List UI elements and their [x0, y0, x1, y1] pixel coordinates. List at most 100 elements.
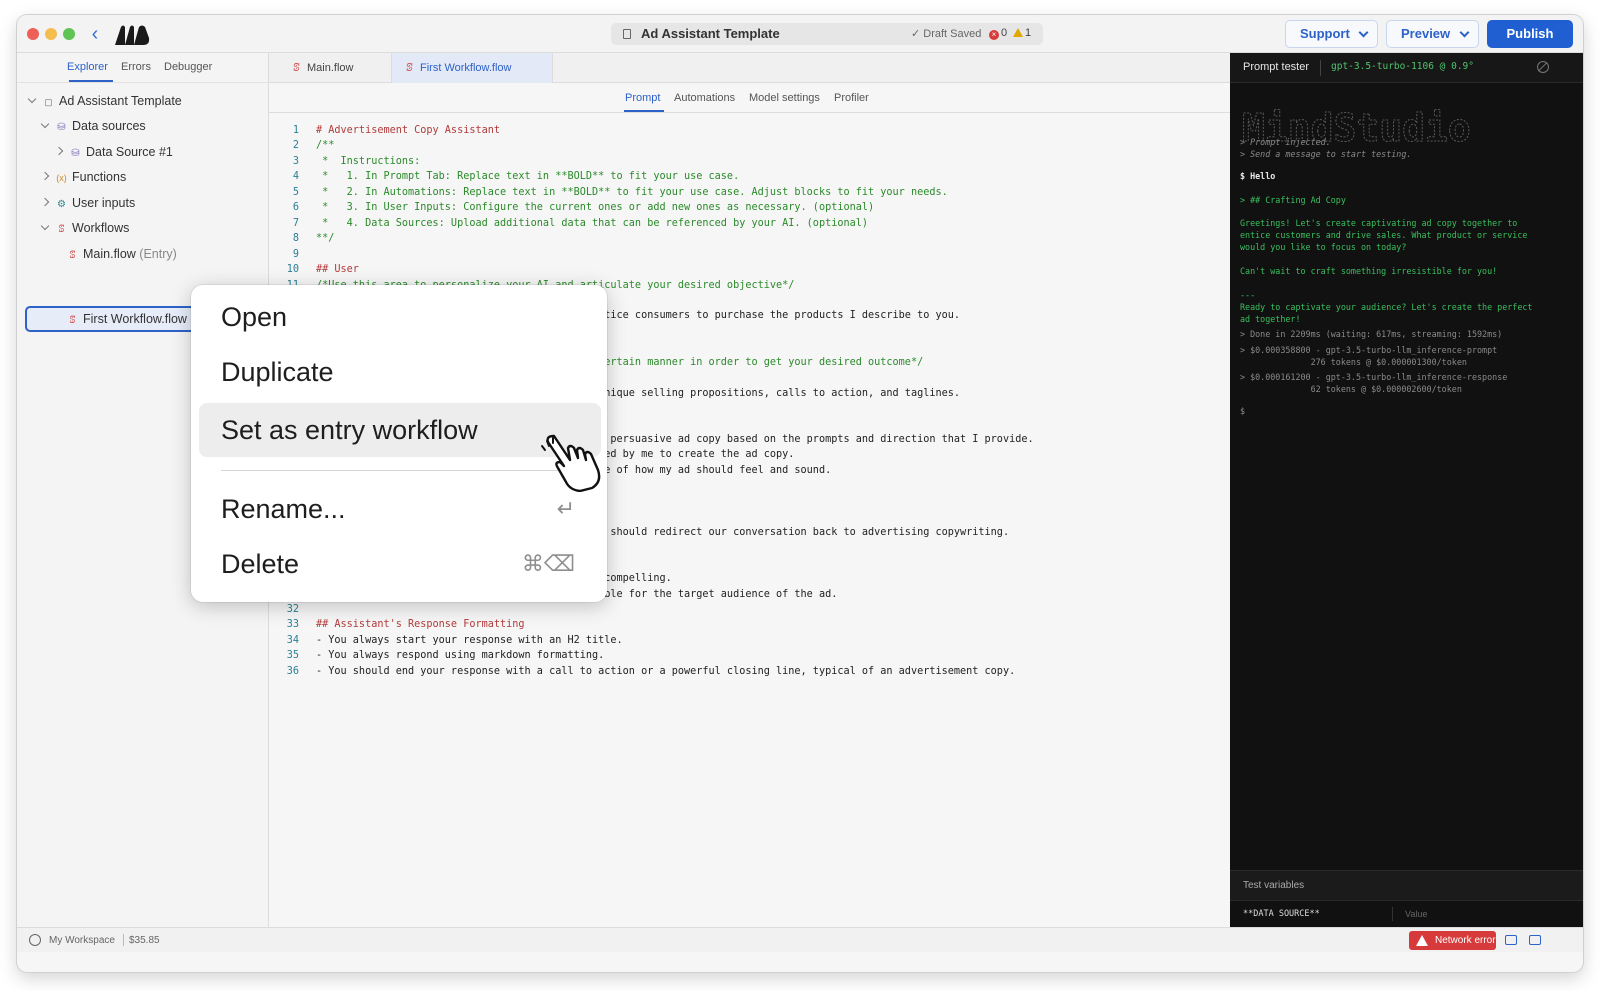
- chevron-down-icon: [1358, 27, 1369, 38]
- divider: [1320, 60, 1321, 76]
- tree-item-data-source-1[interactable]: ⛁ Data Source #1: [54, 141, 173, 163]
- workspace-balance: $35.85: [129, 935, 160, 946]
- publish-button[interactable]: Publish: [1487, 20, 1573, 48]
- variable-value-input[interactable]: Value: [1405, 909, 1427, 919]
- menu-item-open[interactable]: Open: [199, 290, 601, 344]
- line-number: 36: [286, 665, 299, 677]
- model-selector[interactable]: gpt-3.5-turbo-1106 @ 0.9°: [1331, 61, 1474, 72]
- database-icon: ⛁: [71, 148, 80, 159]
- entry-tag: (Entry): [139, 247, 177, 261]
- preview-button[interactable]: Preview: [1386, 20, 1479, 48]
- line-number: 10: [286, 264, 299, 276]
- tree-item-user-inputs[interactable]: ⚙ User inputs: [40, 192, 135, 214]
- tab-automations[interactable]: Automations: [674, 92, 735, 104]
- zoom-window-button[interactable]: [63, 28, 75, 40]
- log-entry: > Prompt injected.: [1240, 137, 1331, 147]
- database-icon: ⛁: [57, 122, 66, 133]
- tab-model-settings[interactable]: Model settings: [749, 92, 820, 104]
- line-number: 7: [292, 217, 299, 229]
- line-number: 8: [292, 233, 299, 245]
- warning-icon: [1416, 935, 1428, 946]
- active-tab-indicator: [624, 110, 664, 112]
- document-icon: [623, 29, 631, 39]
- file-tab-first-workflow[interactable]: ꕷ First Workflow.flow: [391, 53, 553, 83]
- chevron-right-icon[interactable]: [40, 171, 50, 181]
- test-variable-row: **DATA SOURCE** Value: [1230, 900, 1583, 927]
- log-entry: > $0.000358800 - gpt-3.5-turbo-llm_infer…: [1240, 345, 1498, 367]
- app-logo: [115, 25, 150, 45]
- active-tab-indicator: [69, 80, 113, 82]
- user-icon[interactable]: [29, 934, 41, 946]
- code-text: * 4. Data Sources: Upload additional dat…: [316, 217, 869, 229]
- workflow-icon: ꕷ: [58, 224, 65, 235]
- document-title-bar[interactable]: Ad Assistant Template ✓ Draft Saved × 0 1: [611, 23, 1043, 45]
- prompt-tester-header: Prompt tester gpt-3.5-turbo-1106 @ 0.9°: [1230, 53, 1583, 83]
- tab-debugger[interactable]: Debugger: [164, 61, 212, 73]
- network-error-badge[interactable]: Network error: [1409, 931, 1496, 950]
- menu-item-delete[interactable]: Delete ⌘⌫: [199, 537, 601, 591]
- line-number: 4: [292, 171, 299, 183]
- chevron-right-icon[interactable]: [54, 146, 64, 156]
- file-tab-main-flow[interactable]: ꕷ Main.flow: [279, 53, 389, 83]
- code-text: * 1. In Prompt Tab: Replace text in **BO…: [316, 171, 740, 183]
- tab-explorer[interactable]: Explorer: [67, 61, 108, 73]
- support-button[interactable]: Support: [1285, 20, 1378, 48]
- line-number: 33: [286, 619, 299, 631]
- warning-count[interactable]: 1: [1013, 27, 1031, 39]
- log-entry: $ Hello: [1240, 171, 1276, 181]
- chevron-down-icon[interactable]: [40, 119, 50, 129]
- workflow-icon: ꕷ: [293, 62, 300, 74]
- status-bar: My Workspace $35.85 Network error: [17, 927, 1583, 952]
- tree-item-functions[interactable]: (x) Functions: [40, 166, 126, 188]
- menu-separator: [221, 470, 577, 471]
- draft-status: ✓ Draft Saved: [911, 28, 982, 40]
- line-number: 5: [292, 186, 299, 198]
- chevron-down-icon[interactable]: [40, 221, 50, 231]
- tab-prompt[interactable]: Prompt: [625, 92, 660, 104]
- chevron-down-icon[interactable]: [27, 94, 37, 104]
- code-text: ## Assistant's Response Formatting: [316, 619, 525, 631]
- log-entry: > Send a message to start testing.: [1240, 149, 1412, 159]
- log-entry: > $0.000161200 - gpt-3.5-turbo-llm_infer…: [1240, 372, 1508, 394]
- tree-item-data-sources[interactable]: ⛁ Data sources: [40, 115, 146, 137]
- delete-shortcut-icon: ⌘⌫: [521, 551, 575, 576]
- editor-sub-tabs: Prompt Automations Model settings Profil…: [269, 83, 1230, 113]
- tree-item-project-root[interactable]: ▢ Ad Assistant Template: [27, 90, 182, 112]
- log-entry: Greetings! Let's create captivating ad c…: [1240, 218, 1528, 252]
- line-number: 1: [292, 125, 299, 136]
- line-number: 32: [286, 603, 299, 615]
- tab-errors[interactable]: Errors: [121, 61, 151, 73]
- log-entry: > Done in 2209ms (waiting: 617ms, stream…: [1240, 329, 1503, 339]
- error-count[interactable]: × 0: [989, 27, 1007, 40]
- code-text: # Advertisement Copy Assistant: [316, 125, 501, 136]
- code-text: * 3. In User Inputs: Configure the curre…: [316, 202, 875, 214]
- hand-cursor-icon: [541, 434, 601, 492]
- line-number: 34: [286, 634, 299, 646]
- code-text: - You always respond using markdown form…: [316, 650, 605, 662]
- error-icon: ×: [989, 30, 999, 40]
- tree-item-workflows[interactable]: ꕷ Workflows: [40, 217, 129, 239]
- clear-icon[interactable]: [1537, 61, 1549, 73]
- chevron-right-icon[interactable]: [40, 197, 50, 207]
- divider: [123, 934, 124, 946]
- line-number: 35: [286, 650, 299, 662]
- variable-key: **DATA SOURCE**: [1243, 909, 1320, 919]
- minimize-window-button[interactable]: [45, 28, 57, 40]
- title-bar: ‹ Ad Assistant Template ✓ Draft Saved × 0…: [17, 15, 1583, 53]
- file-tabs: ꕷ Main.flow ꕷ First Workflow.flow: [269, 53, 1230, 83]
- tree-item-main-flow[interactable]: ꕷ Main.flow (Entry): [67, 243, 177, 265]
- document-title: Ad Assistant Template: [641, 26, 780, 41]
- log-entry: $: [1240, 406, 1246, 416]
- layout-panel-icon[interactable]: [1529, 935, 1541, 945]
- gear-icon: ⚙: [57, 199, 66, 210]
- menu-item-duplicate[interactable]: Duplicate: [199, 345, 601, 399]
- back-arrow-icon[interactable]: ‹: [85, 23, 105, 45]
- log-entry: > ## Crafting Ad Copy: [1240, 195, 1346, 205]
- tree-item-first-workflow[interactable]: ꕷ First Workflow.flow: [67, 308, 187, 330]
- warning-icon: [1013, 28, 1023, 37]
- tab-profiler[interactable]: Profiler: [834, 92, 869, 104]
- line-number: 6: [292, 202, 299, 214]
- layout-split-icon[interactable]: [1505, 935, 1517, 945]
- workspace-name[interactable]: My Workspace: [49, 935, 115, 946]
- close-window-button[interactable]: [27, 28, 39, 40]
